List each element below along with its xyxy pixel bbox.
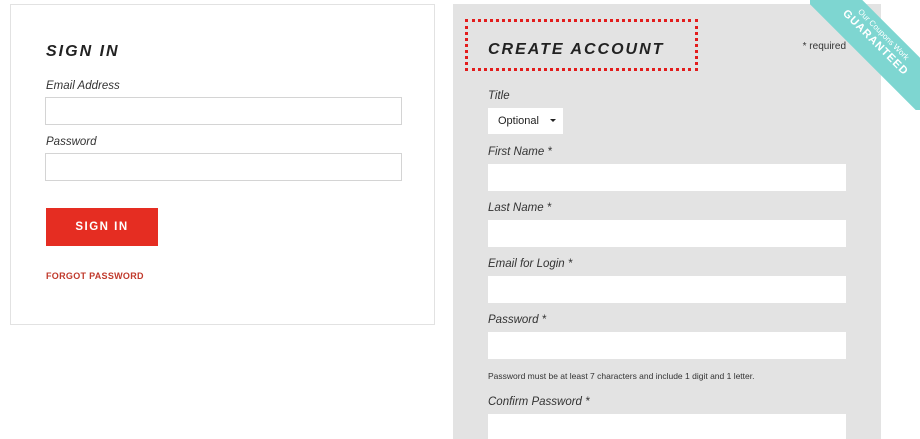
create-password-label: Password * xyxy=(488,314,547,326)
create-account-heading: CREATE ACCOUNT xyxy=(488,41,665,58)
create-password-input[interactable] xyxy=(488,332,846,359)
coupon-guarantee-badge: Our Coupons Work GUARANTEED xyxy=(810,0,920,110)
checkmark-document-icon xyxy=(892,6,912,28)
title-select-value: Optional xyxy=(498,115,539,127)
first-name-input[interactable] xyxy=(488,164,846,191)
email-label: Email Address xyxy=(46,80,120,92)
last-name-input[interactable] xyxy=(488,220,846,247)
signin-card: SIGN IN Email Address Password SIGN IN F… xyxy=(10,4,435,325)
signin-password-input[interactable] xyxy=(45,153,402,181)
forgot-password-link[interactable]: FORGOT PASSWORD xyxy=(46,271,144,281)
last-name-label: Last Name * xyxy=(488,202,552,214)
password-label: Password xyxy=(46,136,97,148)
confirm-password-input[interactable] xyxy=(488,414,846,439)
title-select[interactable]: Optional xyxy=(488,108,563,134)
email-login-input[interactable] xyxy=(488,276,846,303)
title-label: Title xyxy=(488,90,510,102)
password-hint: Password must be at least 7 characters a… xyxy=(488,371,755,381)
email-login-label: Email for Login * xyxy=(488,258,573,270)
signin-heading: SIGN IN xyxy=(46,43,120,60)
first-name-label: First Name * xyxy=(488,146,552,158)
caret-down-icon xyxy=(550,119,556,122)
confirm-password-label: Confirm Password * xyxy=(488,396,590,408)
signin-email-input[interactable] xyxy=(45,97,402,125)
signin-button[interactable]: SIGN IN xyxy=(46,208,158,246)
